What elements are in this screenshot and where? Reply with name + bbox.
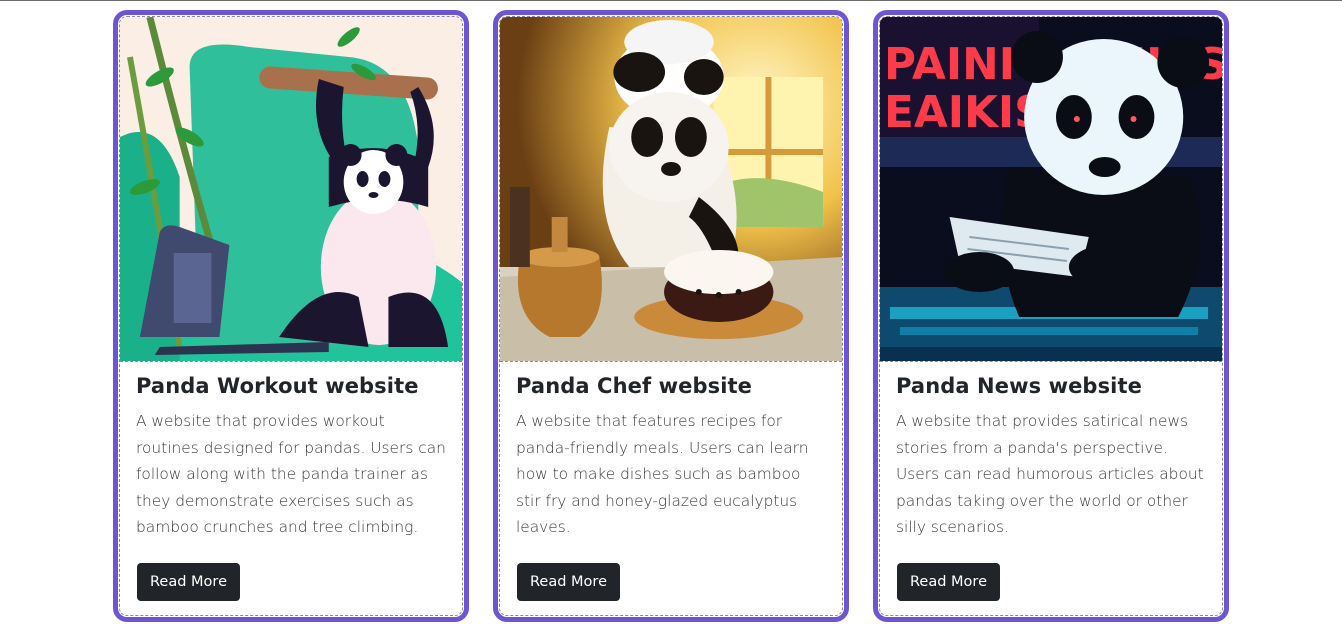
card-body: Panda Chef website A website that featur…: [516, 373, 828, 541]
project-card-workout: Panda Workout website A website that pro…: [113, 10, 469, 622]
read-more-button[interactable]: Read More: [897, 563, 1000, 601]
card-description: A website that provides workout routines…: [136, 412, 446, 537]
card-title: Panda Chef website: [516, 374, 752, 398]
card-description: A website that provides satirical news s…: [896, 412, 1204, 537]
card-title: Panda Workout website: [136, 374, 419, 398]
svg-text:EAIKIS: EAIKIS: [884, 87, 1046, 138]
panda-news-image: PAINIG EAIKIS EAIKIS: [880, 17, 1222, 362]
project-card-news: PAINIG EAIKIS EAIKIS: [873, 10, 1229, 622]
read-more-button[interactable]: Read More: [137, 563, 240, 601]
card-inner: PAINIG EAIKIS EAIKIS: [879, 16, 1223, 616]
project-card-grid: Panda Workout website A website that pro…: [113, 10, 1230, 622]
project-card-chef: Panda Chef website A website that featur…: [493, 10, 849, 622]
read-more-button[interactable]: Read More: [517, 563, 620, 601]
card-inner: Panda Chef website A website that featur…: [499, 16, 843, 616]
panda-workout-image: [120, 17, 462, 362]
card-description: A website that features recipes for pand…: [516, 412, 809, 537]
panda-chef-image: [500, 17, 842, 362]
card-body: Panda News website A website that provid…: [896, 373, 1208, 541]
top-divider: [0, 0, 1342, 1]
card-title: Panda News website: [896, 374, 1142, 398]
card-body: Panda Workout website A website that pro…: [136, 373, 448, 541]
card-inner: Panda Workout website A website that pro…: [119, 16, 463, 616]
